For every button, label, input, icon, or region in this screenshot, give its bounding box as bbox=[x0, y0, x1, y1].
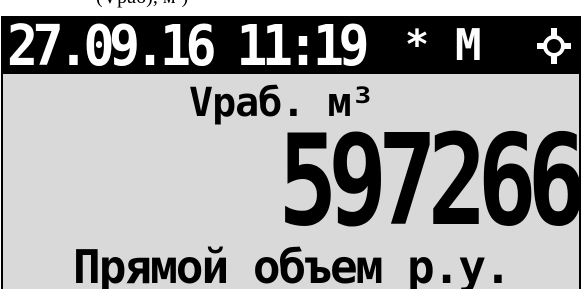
datetime: 27.09.16 11:19 bbox=[7, 16, 369, 79]
mode-indicator: M bbox=[455, 20, 482, 71]
caption-text: (Vраб), м³) bbox=[96, 0, 188, 9]
status-bar: 27.09.16 11:19 * M bbox=[3, 18, 579, 79]
star-icon: * bbox=[405, 22, 430, 68]
lcd-screen: 27.09.16 11:19 * M Vраб. м³ 597266 Прямо… bbox=[1, 16, 581, 289]
parameter-description: Прямой объем р.у. bbox=[73, 240, 512, 289]
gear-icon bbox=[537, 28, 571, 64]
value-readout: 597266 bbox=[278, 107, 579, 254]
